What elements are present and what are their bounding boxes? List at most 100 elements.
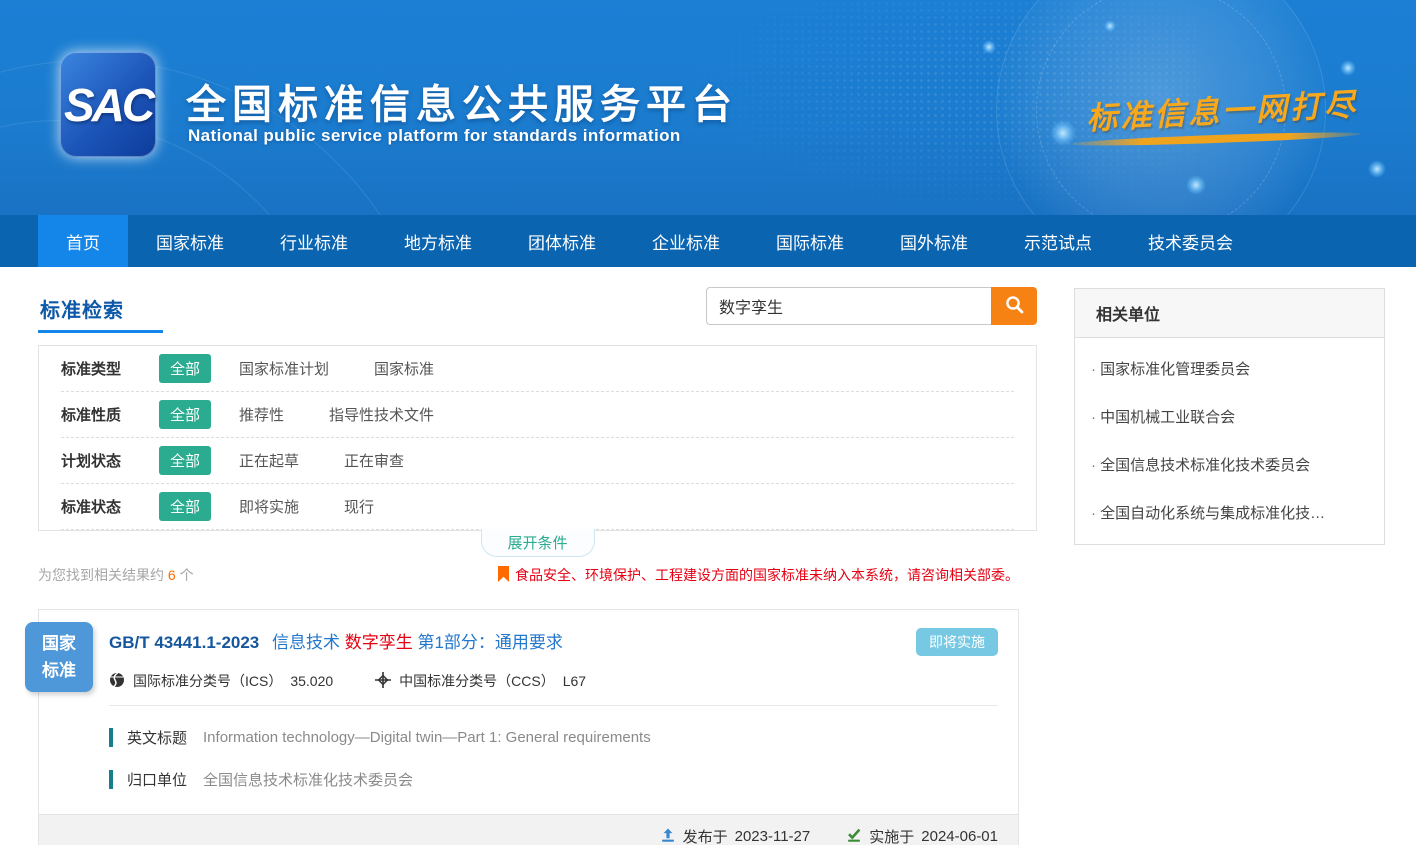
field-label: 归口单位 xyxy=(127,769,187,790)
glow-dot xyxy=(1050,120,1076,146)
published-label: 发布于 xyxy=(683,826,728,845)
standard-result-card: 国家 标准 GB/T 43441.1-2023 信息技术 数字孪生 第1部分：通… xyxy=(38,609,1019,845)
standard-title-highlight[interactable]: 数字孪生 xyxy=(345,633,413,652)
nav-tab-home[interactable]: 首页 xyxy=(38,215,128,267)
committee-field: 归口单位 全国信息技术标准化技术委员会 xyxy=(109,769,998,790)
results-notice: 食品安全、环境保护、工程建设方面的国家标准未纳入本系统，请咨询相关部委。 xyxy=(498,565,1019,585)
badge-line2: 标准 xyxy=(42,657,76,684)
standard-title-part2[interactable]: 第1部分：通用要求 xyxy=(417,633,562,652)
nav-tab-international-standards[interactable]: 国际标准 xyxy=(748,215,872,267)
standard-type-badge[interactable]: 国家 标准 xyxy=(25,622,93,692)
glow-dot xyxy=(1104,20,1116,32)
filter-row-standard-nature: 标准性质 全部 推荐性 指导性技术文件 xyxy=(61,392,1014,438)
site-subtitle: National public service platform for sta… xyxy=(188,126,681,146)
implemented-label: 实施于 xyxy=(869,826,914,845)
results-count: 6 xyxy=(168,567,176,583)
expand-conditions-button[interactable]: 展开条件 xyxy=(481,529,595,557)
filter-option[interactable]: 现行 xyxy=(344,496,374,517)
sidebar-item-machinery-federation[interactable]: 中国机械工业联合会 xyxy=(1075,392,1384,440)
sidebar-item-sac[interactable]: 国家标准化管理委员会 xyxy=(1075,344,1384,392)
filter-label: 计划状态 xyxy=(61,450,159,471)
implemented-date: 2024-06-01 xyxy=(921,828,998,845)
filter-label: 标准类型 xyxy=(61,358,159,379)
nav-tab-technical-committees[interactable]: 技术委员会 xyxy=(1120,215,1261,267)
card-footer: 发布于 2023-11-27 实施于 2024-06-01 xyxy=(39,814,1018,845)
search-section: 标准检索 xyxy=(38,267,1037,345)
filter-option[interactable]: 正在起草 xyxy=(239,450,299,471)
filter-row-standard-type: 标准类型 全部 国家标准计划 国家标准 xyxy=(61,346,1014,392)
filter-all-badge[interactable]: 全部 xyxy=(159,354,211,383)
results-summary-suffix: 个 xyxy=(180,567,194,583)
standard-code[interactable]: GB/T 43441.1-2023 xyxy=(109,633,259,652)
glow-dot xyxy=(1340,60,1356,76)
nav-tab-enterprise-standards[interactable]: 企业标准 xyxy=(624,215,748,267)
glow-dot xyxy=(982,40,996,54)
search-icon xyxy=(1004,294,1025,318)
english-title-field: 英文标题 Information technology—Digital twin… xyxy=(109,727,998,748)
ccs-group: 中国标准分类号（CCS） L67 xyxy=(375,671,586,691)
filter-option[interactable]: 推荐性 xyxy=(239,404,284,425)
related-units-panel: 相关单位 国家标准化管理委员会 中国机械工业联合会 全国信息技术标准化技术委员会… xyxy=(1074,288,1385,545)
page-content: 标准检索 标准类型 全部 国家标准计划 国家标准 标准性质 全部 xyxy=(0,267,1416,845)
card-header: GB/T 43441.1-2023 信息技术 数字孪生 第1部分：通用要求 即将… xyxy=(109,628,998,656)
nav-tab-group-standards[interactable]: 团体标准 xyxy=(500,215,624,267)
ics-value: 35.020 xyxy=(290,673,333,689)
sac-logo[interactable]: SAC xyxy=(60,52,156,157)
title-underline xyxy=(38,330,163,333)
published-date: 2023-11-27 xyxy=(735,828,811,845)
filter-all-badge[interactable]: 全部 xyxy=(159,400,211,429)
status-badge: 即将实施 xyxy=(916,628,998,656)
implement-check-icon xyxy=(846,827,862,845)
glow-dot xyxy=(1368,160,1386,178)
published-date-group: 发布于 2023-11-27 xyxy=(660,826,811,845)
ics-group: 国际标准分类号（ICS） 35.020 xyxy=(109,671,333,691)
main-column: 标准检索 标准类型 全部 国家标准计划 国家标准 标准性质 全部 xyxy=(38,267,1037,845)
filter-option[interactable]: 即将实施 xyxy=(239,496,299,517)
ccs-value: L67 xyxy=(563,673,586,689)
filter-all-badge[interactable]: 全部 xyxy=(159,446,211,475)
related-units-list: 国家标准化管理委员会 中国机械工业联合会 全国信息技术标准化技术委员会 全国自动… xyxy=(1075,338,1384,544)
filter-option[interactable]: 国家标准 xyxy=(374,358,434,379)
filter-option[interactable]: 正在审查 xyxy=(344,450,404,471)
nav-tab-national-standards[interactable]: 国家标准 xyxy=(128,215,252,267)
results-notice-text: 食品安全、环境保护、工程建设方面的国家标准未纳入本系统，请咨询相关部委。 xyxy=(515,565,1019,585)
site-banner: SAC 全国标准信息公共服务平台 National public service… xyxy=(0,0,1416,215)
card-meta-row: 国际标准分类号（ICS） 35.020 中国标准分类号（CCS） L67 xyxy=(109,671,998,691)
site-title: 全国标准信息公共服务平台 xyxy=(186,72,738,130)
nav-tab-pilot-demos[interactable]: 示范试点 xyxy=(996,215,1120,267)
nav-tab-foreign-standards[interactable]: 国外标准 xyxy=(872,215,996,267)
ics-label: 国际标准分类号（ICS） xyxy=(133,671,282,691)
filter-row-standard-status: 标准状态 全部 即将实施 现行 xyxy=(61,484,1014,530)
sidebar-item-it-standards-committee[interactable]: 全国信息技术标准化技术委员会 xyxy=(1075,440,1384,488)
nav-tab-industry-standards[interactable]: 行业标准 xyxy=(252,215,376,267)
field-accent-bar xyxy=(109,728,113,747)
results-summary-prefix: 为您找到相关结果约 xyxy=(38,567,164,583)
sidebar-item-automation-committee[interactable]: 全国自动化系统与集成标准化技… xyxy=(1075,488,1384,536)
card-divider xyxy=(109,705,998,706)
search-box xyxy=(706,287,1037,325)
results-summary: 为您找到相关结果约 6 个 xyxy=(38,565,194,585)
filter-label: 标准性质 xyxy=(61,404,159,425)
badge-line1: 国家 xyxy=(42,630,76,657)
field-value: 全国信息技术标准化技术委员会 xyxy=(203,769,413,790)
globe-icon xyxy=(109,672,125,691)
filter-all-badge[interactable]: 全部 xyxy=(159,492,211,521)
results-info-row: 为您找到相关结果约 6 个 食品安全、环境保护、工程建设方面的国家标准未纳入本系… xyxy=(38,565,1037,585)
filter-option[interactable]: 指导性技术文件 xyxy=(329,404,434,425)
field-value: Information technology—Digital twin—Part… xyxy=(203,729,651,746)
filter-panel: 标准类型 全部 国家标准计划 国家标准 标准性质 全部 推荐性 指导性技术文件 … xyxy=(38,345,1037,531)
filter-option[interactable]: 国家标准计划 xyxy=(239,358,329,379)
standard-title-link[interactable]: GB/T 43441.1-2023 信息技术 数字孪生 第1部分：通用要求 xyxy=(109,628,916,653)
glow-dot xyxy=(1186,175,1206,195)
related-units-title: 相关单位 xyxy=(1075,289,1384,338)
nav-tab-local-standards[interactable]: 地方标准 xyxy=(376,215,500,267)
filter-label: 标准状态 xyxy=(61,496,159,517)
field-label: 英文标题 xyxy=(127,727,187,748)
implemented-date-group: 实施于 2024-06-01 xyxy=(846,826,998,845)
search-button[interactable] xyxy=(991,287,1037,325)
main-navigation: 首页 国家标准 行业标准 地方标准 团体标准 企业标准 国际标准 国外标准 示范… xyxy=(0,215,1416,267)
bookmark-icon xyxy=(498,566,509,585)
search-input[interactable] xyxy=(706,287,991,325)
page-title: 标准检索 xyxy=(40,294,124,323)
standard-title-part1[interactable]: 信息技术 xyxy=(272,633,340,652)
